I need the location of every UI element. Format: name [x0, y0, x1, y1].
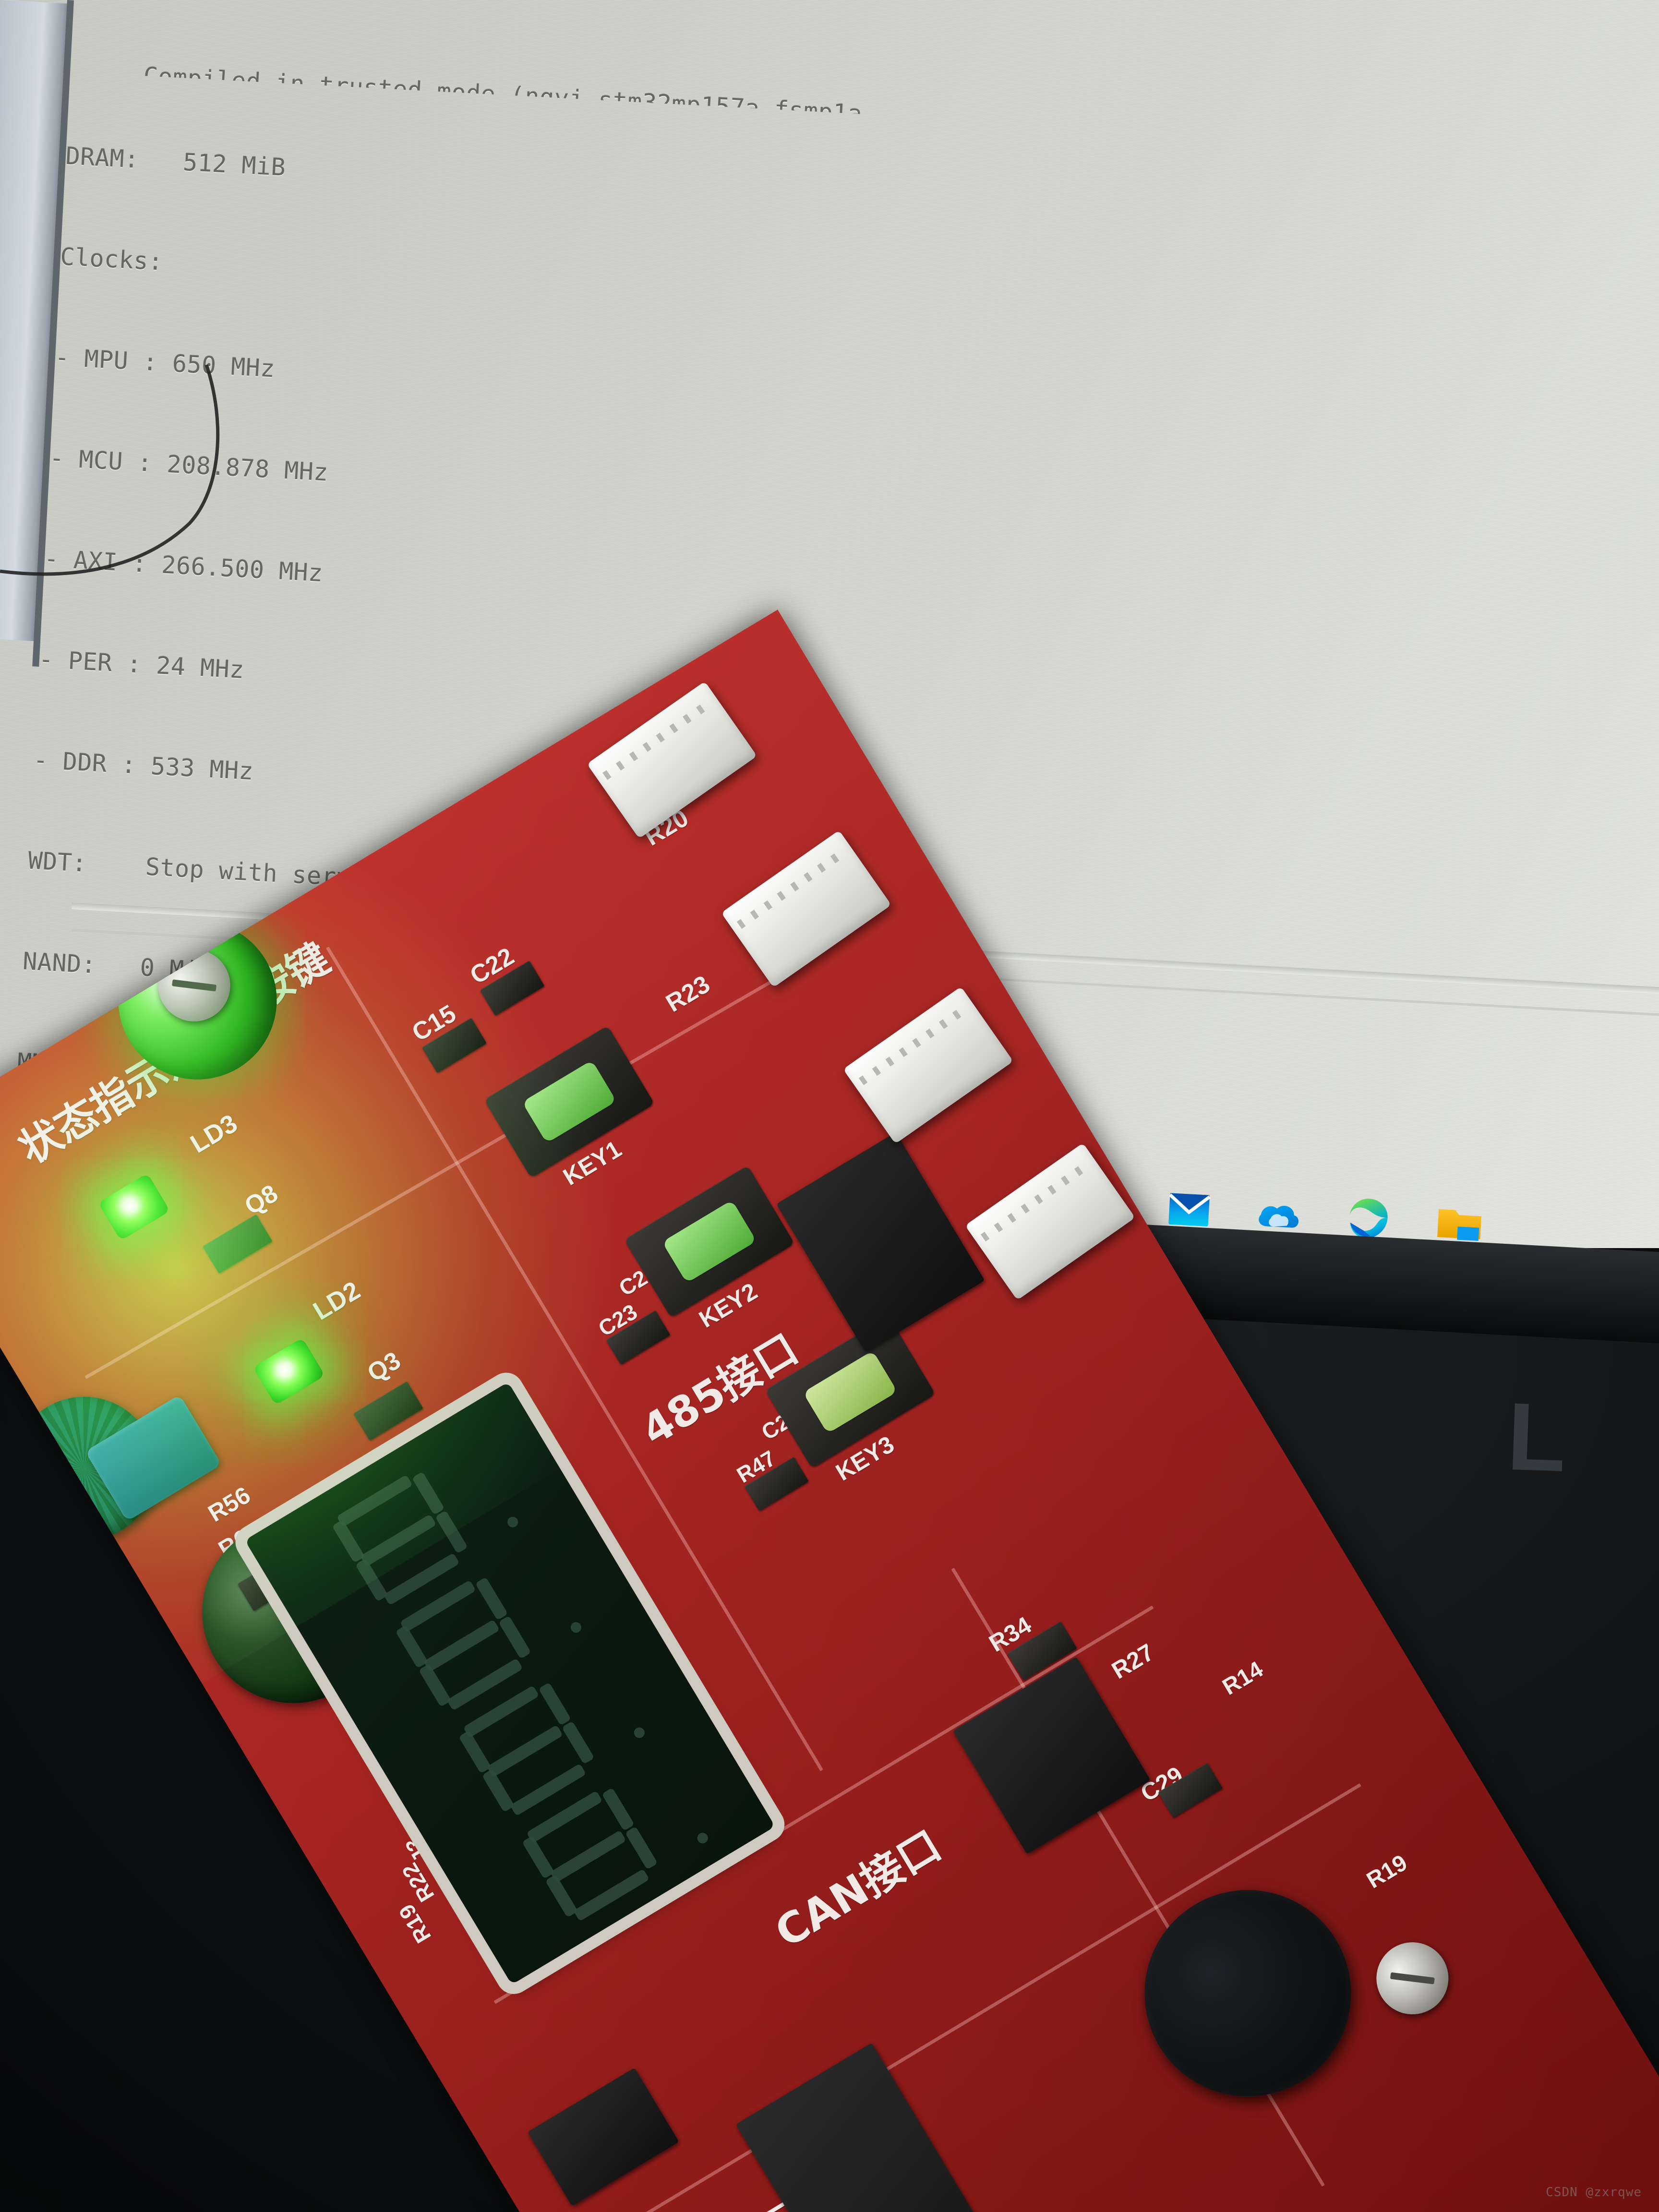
- small-ic: [527, 2068, 679, 2206]
- console-line: ... Compiled in trusted mode (nqyj,stm32…: [70, 58, 863, 123]
- segment-g: [423, 1619, 500, 1672]
- smd-capacitor: [480, 960, 545, 1016]
- segment-a: [336, 1474, 413, 1527]
- status-led-ld3: [98, 1173, 170, 1241]
- decimal-point: [632, 1725, 647, 1740]
- silk-ref-ld2: LD2: [308, 1275, 365, 1326]
- silk-ref-m1: R19: [1362, 1850, 1412, 1894]
- csdn-watermark: CSDN @zxrqwe: [1546, 2185, 1642, 2200]
- decimal-point: [505, 1515, 520, 1529]
- smd-capacitor: [1158, 1763, 1223, 1818]
- segment-g: [550, 1830, 626, 1883]
- decimal-point: [695, 1830, 710, 1846]
- silk-ref-r46: R56: [203, 1481, 255, 1527]
- segment-d: [573, 1868, 650, 1922]
- segment-e: [545, 1874, 578, 1918]
- decimal-point: [568, 1620, 584, 1635]
- smd-resistor: [203, 1214, 273, 1274]
- segment-c: [625, 1826, 658, 1870]
- silk-ref-j2: R23: [661, 970, 715, 1018]
- console-line-axi: - AXI : 266.500 MHz: [43, 544, 324, 588]
- silk-ref-r23: R27: [1107, 1638, 1159, 1684]
- smd-resistor: [353, 1381, 423, 1441]
- smd-resistor: [421, 1018, 487, 1073]
- segment-c: [498, 1615, 531, 1659]
- silk-ref-u6: R14: [1218, 1656, 1268, 1700]
- smd-resistor: [744, 1456, 809, 1511]
- segment-e: [481, 1768, 515, 1813]
- silk-ref-ld3: LD3: [185, 1108, 242, 1159]
- laptop-brand-logo: L: [1505, 1382, 1571, 1492]
- segment-f: [332, 1519, 365, 1563]
- soic16-ic: [735, 2043, 1060, 2212]
- smd-resistor: [606, 1310, 671, 1365]
- segment-c: [561, 1720, 595, 1765]
- rs485-transceiver-ic: [776, 1132, 985, 1352]
- console-line-clocks: Clocks:: [60, 242, 164, 276]
- console-line-mcu: - MCU : 208.878 MHz: [48, 444, 329, 487]
- segment-f: [522, 1835, 555, 1879]
- segment-e: [355, 1558, 388, 1602]
- silk-ref-c34r72: R19: [394, 1899, 436, 1948]
- jst-connector-2[interactable]: [721, 830, 891, 988]
- segment-f: [395, 1624, 429, 1669]
- silk-ref-q8: Q8: [240, 1179, 283, 1221]
- segment-g: [360, 1514, 437, 1567]
- mounting-screw-1: [1363, 1929, 1462, 2028]
- segment-b: [475, 1576, 508, 1621]
- silk-ref-c32r70: R22: [397, 1859, 439, 1907]
- console-line-per: - PER : 24 MHz: [38, 645, 245, 684]
- silk-can: CAN接口: [767, 1820, 950, 1958]
- silk-ref-q3: Q3: [362, 1346, 406, 1388]
- console-line-mpu: - MPU : 650 MHz: [54, 343, 276, 383]
- status-led-ld2: [252, 1337, 325, 1406]
- segment-b: [538, 1682, 572, 1726]
- console-line-dram: DRAM: 512 MiB: [65, 142, 287, 181]
- soic8-transceiver: [953, 1657, 1151, 1854]
- segment-c: [435, 1510, 468, 1554]
- segment-b: [601, 1787, 635, 1831]
- jst-connector-3[interactable]: [843, 986, 1013, 1144]
- photo-canvas: ... Compiled in trusted mode (nqyj,stm32…: [0, 0, 1659, 2212]
- segment-b: [411, 1471, 445, 1515]
- segment-g: [486, 1724, 564, 1778]
- jst-connector-4[interactable]: [965, 1142, 1135, 1300]
- segment-e: [418, 1663, 452, 1707]
- segment-f: [458, 1730, 492, 1774]
